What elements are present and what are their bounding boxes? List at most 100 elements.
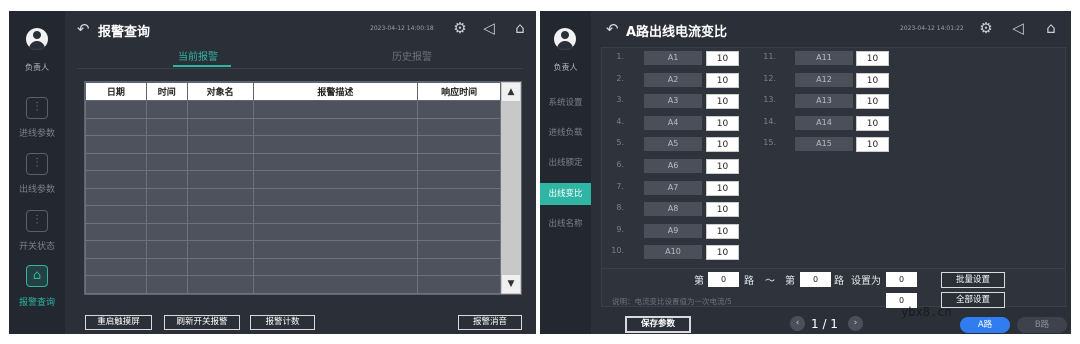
ratio-input[interactable]: 10 bbox=[856, 94, 889, 109]
ratio-input[interactable]: 10 bbox=[706, 73, 739, 88]
row-number: 13. bbox=[763, 95, 776, 104]
ratio-input[interactable]: 10 bbox=[706, 94, 739, 109]
ratio-input[interactable]: 10 bbox=[856, 51, 889, 66]
home-icon[interactable]: ⌂ bbox=[511, 19, 529, 37]
row-number: 12. bbox=[763, 74, 776, 83]
row-number: 9. bbox=[616, 225, 624, 234]
alarm-mute-button[interactable]: 报警消音 bbox=[458, 315, 522, 330]
batch-set-button[interactable]: 批量设置 bbox=[941, 272, 1005, 288]
row-label: A13 bbox=[795, 94, 853, 108]
route-b-button[interactable]: B路 bbox=[1017, 317, 1067, 333]
ratio-input[interactable]: 10 bbox=[706, 116, 739, 131]
scroll-down-icon[interactable]: ▼ bbox=[502, 275, 520, 293]
row-label: A5 bbox=[644, 137, 702, 151]
table-row[interactable] bbox=[85, 170, 501, 189]
page-title: 报警查询 bbox=[98, 25, 151, 40]
table-row[interactable] bbox=[85, 240, 501, 259]
user-label: 负责人 bbox=[25, 63, 49, 72]
row-number: 8. bbox=[616, 203, 624, 212]
outgoing-params-icon[interactable]: ⫶ bbox=[26, 153, 48, 175]
alarm-table-grid: 日期 时间 对象名 报警描述 响应时间 bbox=[85, 82, 501, 294]
home-icon[interactable]: ⌂ bbox=[1042, 19, 1060, 37]
avatar[interactable] bbox=[554, 28, 576, 50]
batch-set-to-label: 设置为 bbox=[851, 276, 881, 287]
tab-current-alarms[interactable]: 当前报警 bbox=[178, 48, 218, 63]
nav-outgoing-ratio[interactable]: 出线变比 bbox=[540, 183, 591, 205]
ratio-input[interactable]: 10 bbox=[856, 137, 889, 152]
gear-icon[interactable]: ⚙ bbox=[451, 19, 469, 37]
alarm-query-icon[interactable]: ⌂ bbox=[26, 265, 48, 287]
row-label: A15 bbox=[795, 137, 853, 151]
speaker-icon[interactable]: ◁ bbox=[480, 19, 498, 37]
nav-outgoing-name[interactable]: 出线名称 bbox=[540, 213, 591, 235]
nav-incoming-load[interactable]: 进线负载 bbox=[540, 122, 591, 144]
nav-alarm-query[interactable]: 报警查询 bbox=[9, 295, 65, 308]
row-label: A11 bbox=[795, 51, 853, 65]
page-title: A路出线电流变比 bbox=[626, 25, 728, 40]
row-number: 4. bbox=[616, 117, 624, 126]
row-label: A10 bbox=[644, 245, 702, 259]
table-row[interactable] bbox=[85, 275, 501, 294]
row-number: 6. bbox=[616, 160, 624, 169]
nav-outgoing-rated[interactable]: 出线额定 bbox=[540, 152, 591, 174]
table-row[interactable] bbox=[85, 222, 501, 241]
ratio-input[interactable]: 10 bbox=[856, 116, 889, 131]
table-scrollbar[interactable]: ▲ ▼ bbox=[501, 82, 521, 294]
table-row[interactable] bbox=[85, 187, 501, 206]
back-icon[interactable]: ↶ bbox=[77, 20, 90, 38]
avatar[interactable] bbox=[26, 28, 48, 50]
table-row[interactable] bbox=[85, 117, 501, 136]
table-row[interactable] bbox=[85, 257, 501, 276]
table-row[interactable] bbox=[85, 152, 501, 171]
scroll-up-icon[interactable]: ▲ bbox=[502, 83, 520, 101]
ratio-settings-area: 1. A1 10 2. A2 10 3. A3 10 4. A4 10 5. A… bbox=[601, 47, 1066, 308]
gear-icon[interactable]: ⚙ bbox=[977, 19, 995, 37]
speaker-icon[interactable]: ◁ bbox=[1009, 19, 1027, 37]
ratio-input[interactable]: 10 bbox=[706, 245, 739, 260]
row-label: A1 bbox=[644, 51, 702, 65]
alarm-count-button[interactable]: 报警计数 bbox=[250, 315, 315, 330]
batch-to-input[interactable]: 0 bbox=[800, 272, 831, 287]
batch-lu-label: 路 bbox=[744, 276, 754, 287]
outgoing-ratio-panel: 负责人 系统设置 进线负载 出线额定 出线变比 出线名称 ↶ A路出线电流变比 … bbox=[540, 11, 1071, 334]
ratio-input[interactable]: 10 bbox=[706, 51, 739, 66]
ratio-input[interactable]: 10 bbox=[706, 224, 739, 239]
nav-outgoing-params[interactable]: 出线参数 bbox=[9, 182, 65, 195]
row-label: A3 bbox=[644, 94, 702, 108]
save-params-button[interactable]: 保存参数 bbox=[625, 316, 691, 333]
route-a-button[interactable]: A路 bbox=[960, 317, 1010, 333]
batch-from-input[interactable]: 0 bbox=[708, 272, 739, 287]
tab-history-alarms[interactable]: 历史报警 bbox=[392, 48, 432, 63]
nav-system-settings[interactable]: 系统设置 bbox=[540, 92, 591, 114]
refresh-switch-alarm-button[interactable]: 刷新开关报警 bbox=[164, 315, 240, 330]
nav-incoming-params[interactable]: 进线参数 bbox=[9, 126, 65, 139]
batch-di-label: 第 bbox=[694, 276, 704, 287]
ratio-input[interactable]: 10 bbox=[856, 73, 889, 88]
incoming-params-icon[interactable]: ⫶ bbox=[26, 97, 48, 119]
restart-touchscreen-button[interactable]: 重启触摸屏 bbox=[85, 315, 152, 330]
row-label: A7 bbox=[644, 181, 702, 195]
ratio-input[interactable]: 10 bbox=[706, 202, 739, 217]
switch-status-icon[interactable]: ⫶ bbox=[26, 210, 48, 232]
batch-di-label-2: 第 bbox=[785, 276, 795, 287]
ratio-input[interactable]: 10 bbox=[706, 181, 739, 196]
table-row[interactable] bbox=[85, 135, 501, 154]
ratio-input[interactable]: 10 bbox=[706, 137, 739, 152]
back-icon[interactable]: ↶ bbox=[606, 20, 619, 38]
next-page-icon[interactable]: › bbox=[848, 316, 863, 331]
col-object: 对象名 bbox=[186, 82, 254, 101]
page-indicator: 1 / 1 bbox=[811, 317, 838, 331]
tab-divider bbox=[77, 68, 523, 69]
col-description: 报警描述 bbox=[252, 82, 419, 101]
prev-page-icon[interactable]: ‹ bbox=[790, 316, 805, 331]
ratio-input[interactable]: 10 bbox=[706, 159, 739, 174]
nav-switch-status[interactable]: 开关状态 bbox=[9, 239, 65, 252]
tab-active-underline bbox=[173, 65, 231, 67]
table-row[interactable] bbox=[85, 100, 501, 119]
row-label: A2 bbox=[644, 73, 702, 87]
batch-value-input[interactable]: 0 bbox=[886, 272, 917, 287]
left-sidebar: 负责人 ⫶ 进线参数 ⫶ 出线参数 ⫶ 开关状态 ⌂ 报警查询 bbox=[9, 11, 65, 334]
col-response-time: 响应时间 bbox=[417, 82, 501, 101]
table-row[interactable] bbox=[85, 205, 501, 224]
datetime: 2023-04-12 14:01:22 bbox=[900, 25, 964, 32]
